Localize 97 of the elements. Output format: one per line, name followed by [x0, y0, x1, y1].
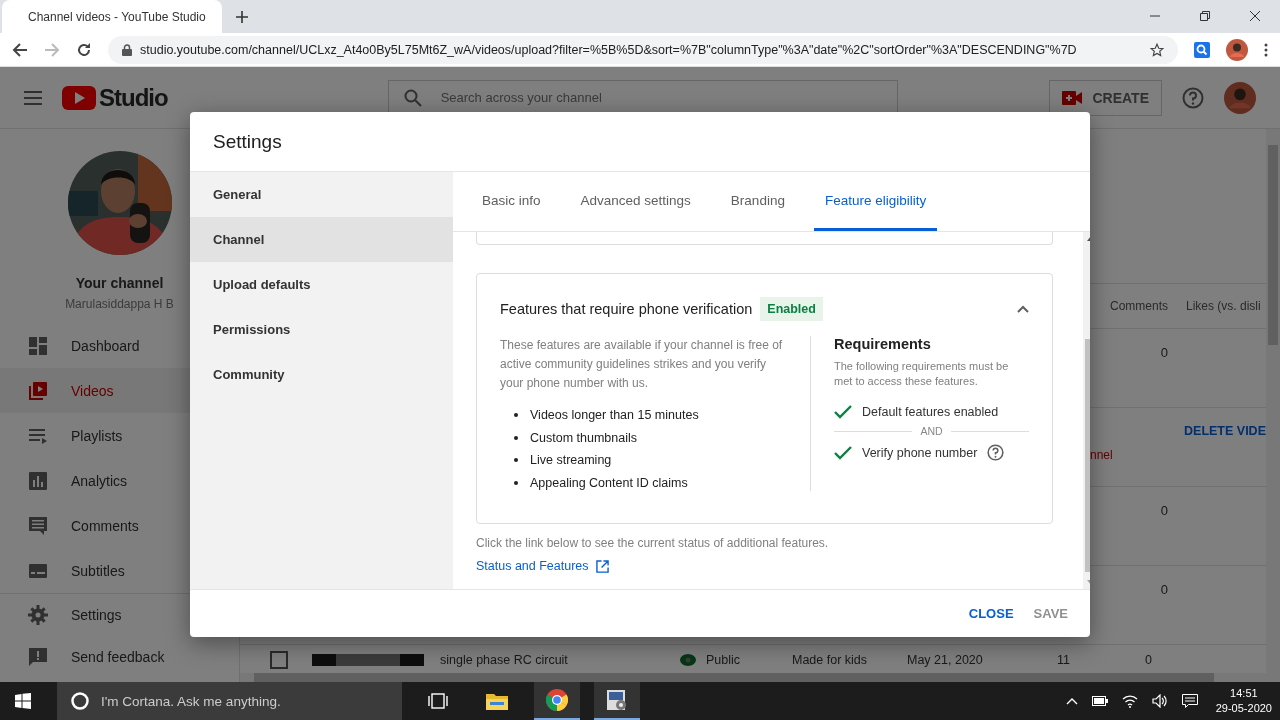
table-cell: 0: [1160, 582, 1168, 597]
chevron-icon[interactable]: [1017, 305, 1029, 313]
wifi-icon[interactable]: [1121, 694, 1138, 708]
video-camera-icon: [1062, 90, 1083, 105]
settings-nav-item[interactable]: General: [190, 172, 453, 217]
help-icon[interactable]: [1182, 86, 1204, 109]
column-header: Likes (vs. disli: [1186, 299, 1262, 313]
play-logo-icon: [62, 85, 96, 110]
video-title: single phase RC circuit: [440, 653, 569, 667]
external-link-icon: [595, 559, 609, 573]
avatar-icon[interactable]: [1226, 38, 1248, 61]
column-header: Comments: [1109, 299, 1168, 313]
bullet-icon: [514, 480, 518, 485]
settings-tab[interactable]: Feature eligibility: [813, 172, 938, 231]
bullet-icon: [514, 435, 518, 440]
settings-icon: [28, 605, 48, 625]
delete-video-link[interactable]: DELETE VIDE: [1184, 424, 1266, 438]
views-count: 11: [1057, 653, 1071, 667]
footnote-text: Click the link below to see the current status of additional features.: [476, 536, 830, 550]
requirements-title: Requirements: [834, 336, 932, 352]
bullet-icon: [514, 413, 518, 418]
date-text: May 21, 2020: [907, 653, 984, 667]
dashboard-icon: [28, 335, 48, 356]
video-library-icon: [28, 380, 48, 401]
warning-text: nnel: [1090, 448, 1113, 462]
requirements-subtitle: The following requirements must be met to access these features.: [834, 359, 1010, 389]
plus-icon[interactable]: [236, 11, 248, 23]
clock-time: 14:51: [1230, 686, 1258, 701]
bar-chart-icon: [28, 470, 48, 491]
speaker-icon[interactable]: [1151, 694, 1168, 708]
settings-tab[interactable]: Advanced settings: [569, 172, 702, 231]
eye-icon: [680, 654, 696, 666]
visibility-text: Public: [706, 653, 742, 667]
status-badge: Enabled: [760, 297, 823, 321]
clock-date: 29-05-2020: [1215, 701, 1272, 716]
help-icon[interactable]: [987, 444, 1005, 461]
reload-icon[interactable]: [76, 41, 92, 58]
folder-icon[interactable]: [486, 692, 508, 710]
checkbox[interactable]: [270, 651, 288, 669]
restrictions-text: Made for kids: [792, 653, 869, 667]
task-view-icon[interactable]: [428, 693, 448, 709]
separator-text: AND: [920, 425, 943, 437]
lock-icon: [122, 43, 132, 56]
address-field[interactable]: studio.youtube.com/channel/UCLxz_At4o0By5L75Mt6Z_wA/videos/upload?filter=%5B%5D&sort=%7B"columnType"%3A"date"%2C"sortOrder"%3A"DESCENDING"%7D: [108, 35, 1178, 64]
close-icon[interactable]: [1250, 11, 1260, 21]
sidebar-item[interactable]: Subtitles: [0, 548, 239, 593]
scrollbar[interactable]: [240, 673, 1266, 682]
feature-item: Videos longer than 15 minutes: [530, 408, 699, 423]
settings-nav-item[interactable]: Permissions: [190, 307, 453, 352]
settings-nav-item[interactable]: Community: [190, 352, 453, 397]
close-button[interactable]: CLOSE: [960, 598, 1022, 629]
feature-item: Custom thumbnails: [530, 430, 637, 445]
chrome-icon[interactable]: [546, 689, 568, 711]
menu-icon[interactable]: [24, 90, 42, 105]
bullet-icon: [514, 458, 518, 463]
settings-tab[interactable]: Branding: [719, 172, 796, 231]
channel-name: Marulasiddappa H B: [65, 297, 174, 311]
battery-icon[interactable]: [1091, 696, 1108, 706]
channel-title: Your channel: [75, 275, 164, 291]
back-icon[interactable]: [12, 41, 28, 58]
search-icon: [403, 88, 422, 107]
sidebar-item[interactable]: Send feedback: [0, 636, 239, 678]
sidebar-item[interactable]: Analytics: [0, 458, 239, 503]
requirement-text: Verify phone number: [862, 445, 978, 460]
feature-item: Appealing Content ID claims: [530, 475, 688, 490]
restore-icon[interactable]: [1200, 11, 1210, 21]
windows-start-icon[interactable]: [15, 693, 31, 709]
feedback-icon: [28, 647, 48, 667]
chevron-up-icon[interactable]: [1065, 697, 1078, 705]
logo-text: Studio: [99, 83, 168, 112]
sidebar-item[interactable]: Comments: [0, 503, 239, 548]
description-text: These features are available if your channel is free of active community guidelines strikes and you verify your phone number with us.: [500, 337, 784, 392]
requirement-text: Default features enabled: [862, 405, 999, 419]
status-link[interactable]: Status and Features: [476, 559, 609, 573]
magnifier-extension-icon[interactable]: [1194, 41, 1210, 58]
comments-count: 0: [1145, 653, 1153, 667]
sidebar-item[interactable]: Settings: [0, 594, 239, 636]
create-button[interactable]: CREATE: [1049, 79, 1162, 116]
screen-recorder-icon[interactable]: [606, 689, 628, 711]
sidebar-item[interactable]: Playlists: [0, 413, 239, 458]
tab-title: Channel videos - YouTube Studio: [28, 9, 206, 24]
comment-icon: [28, 515, 48, 536]
feature-item: Live streaming: [530, 453, 612, 468]
table-cell: 0: [1160, 345, 1168, 360]
settings-nav-item[interactable]: Upload defaults: [190, 262, 453, 307]
scrollbar[interactable]: [1266, 129, 1280, 682]
card-title: Features that require phone verification: [500, 301, 753, 317]
table-cell: 0: [1160, 503, 1168, 518]
thumbnail-icon: [312, 654, 424, 666]
star-icon[interactable]: [1150, 42, 1164, 57]
notification-icon[interactable]: [1181, 694, 1198, 708]
more-icon[interactable]: [1264, 42, 1268, 57]
settings-nav-item[interactable]: Channel: [190, 217, 453, 262]
browser-tab[interactable]: Channel videos - YouTube Studio: [2, 0, 222, 33]
search-field[interactable]: I'm Cortana. Ask me anything.: [57, 682, 402, 720]
circle-icon: [71, 692, 89, 710]
settings-tab[interactable]: Basic info: [471, 172, 552, 231]
